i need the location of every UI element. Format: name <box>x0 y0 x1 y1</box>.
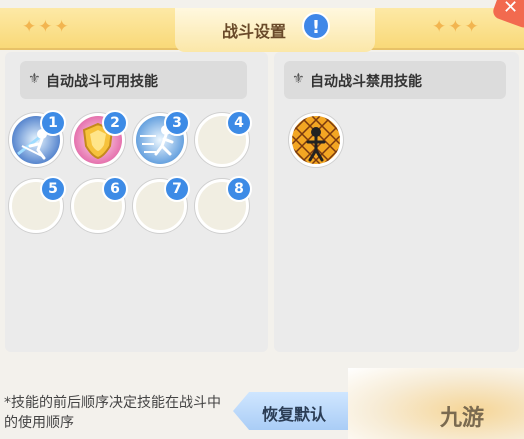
slot-number-badge: 6 <box>102 176 128 202</box>
confirm-button-area[interactable] <box>348 368 524 439</box>
slot-number-badge: 1 <box>40 110 66 136</box>
slot-number-badge: 8 <box>226 176 252 202</box>
slot-number-badge: 7 <box>164 176 190 202</box>
reset-default-label[interactable]: 恢复默认 <box>262 401 326 425</box>
close-icon[interactable]: ✕ <box>503 0 518 18</box>
fleur-icon: ⚜ <box>292 71 305 87</box>
slot-number-badge: 5 <box>40 176 66 202</box>
slot-number-badge: 4 <box>226 110 252 136</box>
skill-order-note: *技能的前后顺序决定技能在战斗中的使用顺序 <box>4 395 221 431</box>
slot-number-badge: 3 <box>164 110 190 136</box>
disabled-skills-panel: ⚜ 自动战斗禁用技能 <box>274 52 519 352</box>
info-icon[interactable]: ! <box>302 12 330 40</box>
slot-number-badge: 2 <box>102 110 128 136</box>
disabled-skills-header: ⚜ 自动战斗禁用技能 <box>284 61 506 99</box>
stars-right-decoration: ✦✦✦ <box>432 17 481 37</box>
dialog-title: 战斗设置 <box>222 22 287 41</box>
disabled-skill-slot-1[interactable] <box>289 113 343 167</box>
disabled-skills-title: 自动战斗禁用技能 <box>310 74 422 90</box>
watermark-logo: 九游 <box>440 406 485 431</box>
stars-left-decoration: ✦✦✦ <box>22 17 71 37</box>
available-skills-title: 自动战斗可用技能 <box>46 74 158 90</box>
fleur-icon: ⚜ <box>28 71 41 87</box>
available-skills-header: ⚜ 自动战斗可用技能 <box>20 61 247 99</box>
skill-net-trap-icon <box>292 116 340 164</box>
